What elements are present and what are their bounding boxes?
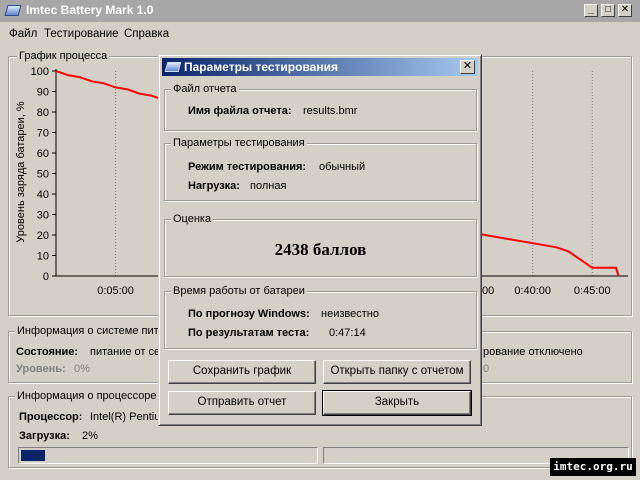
system-info-group-label: Информация о системе пита bbox=[15, 325, 167, 337]
chart-y-tick-label: 100 bbox=[31, 66, 49, 78]
chart-y-tick-label: 50 bbox=[37, 169, 49, 181]
state-value: питание от се bbox=[90, 346, 161, 358]
report-name-label: Имя файла отчета: bbox=[188, 105, 292, 117]
cpu-load-label: Загрузка: bbox=[19, 430, 70, 442]
chart-x-tick-label: 0:05:00 bbox=[97, 285, 134, 297]
chart-y-tick-label: 70 bbox=[37, 128, 49, 140]
chart-y-tick-label: 60 bbox=[37, 148, 49, 160]
save-chart-button[interactable]: Сохранить график bbox=[168, 360, 316, 384]
chart-y-tick-label: 80 bbox=[37, 107, 49, 119]
test-mode-label: Режим тестирования: bbox=[188, 161, 307, 173]
dialog-close-button[interactable]: ✕ bbox=[460, 60, 475, 74]
chart-y-tick-label: 30 bbox=[37, 210, 49, 222]
cpu-load-progress-fill bbox=[21, 450, 45, 461]
windows-forecast-value: неизвестно bbox=[321, 308, 379, 320]
test-result-value: 0:47:14 bbox=[329, 327, 366, 339]
chart-y-axis-label: Уровень заряда батареи, % bbox=[15, 101, 27, 243]
test-params-group-label: Параметры тестирования bbox=[171, 137, 307, 149]
test-load-value: полная bbox=[250, 180, 287, 192]
cpu-load-progress bbox=[18, 447, 318, 464]
power-save-status: рование отключено bbox=[483, 346, 583, 358]
site-watermark: imtec.org.ru bbox=[550, 458, 636, 476]
cpu-load-value: 2% bbox=[82, 430, 98, 442]
rating-group: Оценка 2438 баллов bbox=[164, 213, 477, 277]
test-result-label: По результатам теста: bbox=[188, 327, 310, 339]
chart-x-tick-label-partial: 00 bbox=[482, 285, 494, 297]
cpu-value: Intel(R) Pentiu bbox=[90, 411, 161, 423]
report-file-group-label: Файл отчета bbox=[171, 83, 239, 95]
send-report-button[interactable]: Отправить отчет bbox=[168, 391, 316, 415]
cpu-info-group-label: Информация о процессоре bbox=[15, 390, 159, 402]
chart-y-tick-label: 90 bbox=[37, 87, 49, 99]
runtime-group: Время работы от батареи bbox=[164, 285, 477, 349]
level-label: Уровень: bbox=[16, 363, 66, 375]
close-dialog-button[interactable]: Закрыть bbox=[322, 390, 472, 416]
chart-x-tick-label: 0:40:00 bbox=[514, 285, 551, 297]
rating-group-label: Оценка bbox=[171, 213, 214, 225]
chart-x-tick-label: 0:45:00 bbox=[574, 285, 611, 297]
cpu-label: Процессор: bbox=[19, 411, 83, 423]
open-report-folder-button[interactable]: Открыть папку с отчетом bbox=[323, 360, 471, 384]
runtime-group-label: Время работы от батареи bbox=[171, 285, 307, 297]
chart-y-tick-label: 0 bbox=[43, 271, 49, 283]
test-params-dialog: Параметры тестирования ✕ Файл отчета Имя… bbox=[158, 54, 482, 426]
battery-dialog-icon bbox=[164, 62, 182, 72]
dialog-title: Параметры тестирования bbox=[184, 60, 338, 74]
score-value: 2438 баллов bbox=[274, 240, 367, 259]
chart-y-tick-label: 10 bbox=[37, 251, 49, 263]
dialog-title-bar[interactable]: Параметры тестирования ✕ bbox=[162, 58, 478, 76]
chart-y-tick-label: 20 bbox=[37, 230, 49, 242]
power-save-value: 0 bbox=[483, 363, 490, 375]
test-mode-value: обычный bbox=[319, 161, 366, 173]
chart-y-tick-label: 40 bbox=[37, 189, 49, 201]
level-value: 0% bbox=[74, 363, 90, 375]
report-name-value: results.bmr bbox=[303, 105, 358, 117]
test-load-label: Нагрузка: bbox=[188, 180, 240, 192]
windows-forecast-label: По прогнозу Windows: bbox=[188, 308, 310, 320]
state-label: Состояние: bbox=[16, 346, 79, 358]
